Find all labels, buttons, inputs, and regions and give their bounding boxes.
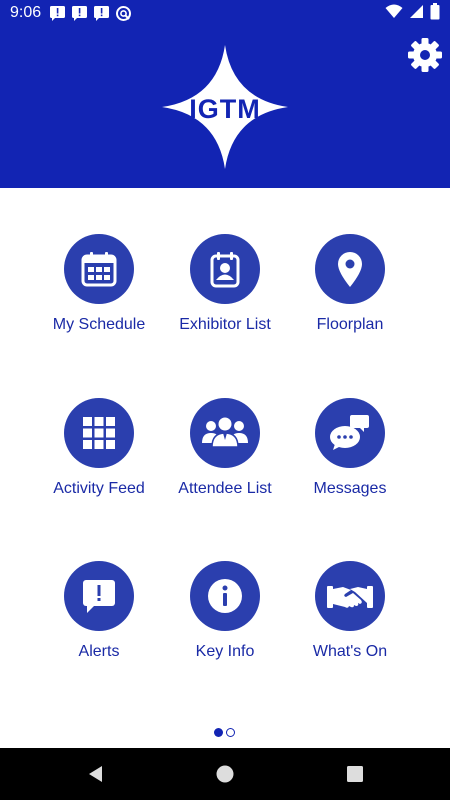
- menu-label: Key Info: [195, 643, 255, 660]
- activity-feed-button[interactable]: Activity Feed: [34, 398, 164, 508]
- page-dot-active[interactable]: [214, 728, 223, 737]
- android-nav-bar: [0, 748, 450, 800]
- whats-on-button[interactable]: What's On: [285, 561, 415, 671]
- people-icon: [190, 398, 260, 468]
- alert-message-icon: [93, 5, 110, 22]
- igtm-logo: IGTM: [162, 45, 288, 169]
- do-not-disturb-icon: [115, 5, 132, 22]
- settings-button[interactable]: [406, 36, 444, 74]
- my-schedule-button[interactable]: My Schedule: [34, 234, 164, 344]
- alert-message-icon: [49, 5, 66, 22]
- menu-label: Activity Feed: [53, 480, 145, 497]
- alert-message-icon: [71, 5, 88, 22]
- recents-button[interactable]: [345, 764, 365, 784]
- page-dot-inactive[interactable]: [226, 728, 235, 737]
- menu-label: Alerts: [78, 643, 120, 660]
- handshake-icon: [315, 561, 385, 631]
- recents-icon: [347, 766, 363, 782]
- menu-label: Messages: [313, 480, 387, 497]
- alerts-button[interactable]: Alerts: [34, 561, 164, 671]
- logo-text: IGTM: [189, 94, 261, 124]
- status-time: 9:06: [10, 4, 42, 21]
- messages-button[interactable]: Messages: [285, 398, 415, 508]
- menu-label: Exhibitor List: [179, 316, 271, 333]
- back-icon: [89, 766, 102, 782]
- info-icon: [190, 561, 260, 631]
- contact-card-icon: [190, 234, 260, 304]
- menu-label: Attendee List: [178, 480, 272, 497]
- menu-label: Floorplan: [316, 316, 384, 333]
- calendar-icon: [64, 234, 134, 304]
- app-header: IGTM: [0, 26, 450, 188]
- menu-label: My Schedule: [52, 316, 146, 333]
- map-pin-icon: [315, 234, 385, 304]
- battery-icon: [430, 2, 440, 24]
- home-icon: [216, 765, 234, 783]
- menu-grid: My Schedule Exhibitor List Floorplan Act…: [0, 188, 450, 748]
- gear-icon: [408, 38, 442, 72]
- back-button[interactable]: [86, 764, 106, 784]
- home-button[interactable]: [215, 764, 235, 784]
- exhibitor-list-button[interactable]: Exhibitor List: [160, 234, 290, 344]
- grid-icon: [64, 398, 134, 468]
- page-indicator: [214, 728, 235, 737]
- alert-bubble-icon: [64, 561, 134, 631]
- attendee-list-button[interactable]: Attendee List: [160, 398, 290, 508]
- wifi-icon: [385, 4, 403, 23]
- system-icons: [385, 2, 440, 24]
- status-bar: 9:06: [0, 0, 450, 26]
- menu-label: What's On: [312, 643, 388, 660]
- key-info-button[interactable]: Key Info: [160, 561, 290, 671]
- chat-bubbles-icon: [315, 398, 385, 468]
- signal-icon: [409, 4, 424, 23]
- floorplan-button[interactable]: Floorplan: [285, 234, 415, 344]
